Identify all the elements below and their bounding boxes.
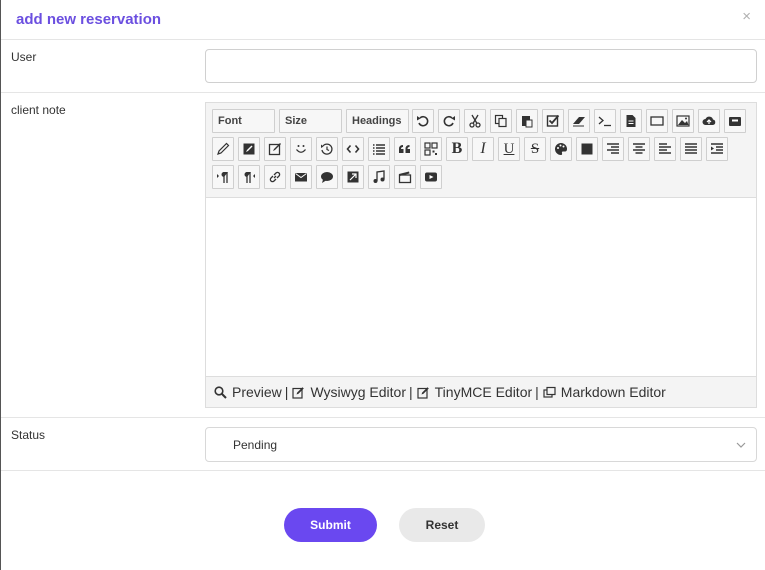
search-icon: [214, 385, 227, 399]
mode-separator: |: [409, 384, 413, 400]
paste-icon[interactable]: [516, 109, 538, 133]
editor-mode-bar: Preview | Wysiwyg Editor | TinyMCE Edito…: [214, 384, 666, 400]
checkbox-icon[interactable]: [542, 109, 564, 133]
frame-icon[interactable]: [646, 109, 668, 133]
underline-button[interactable]: U: [498, 137, 520, 161]
user-label: User: [11, 50, 37, 64]
cut-icon[interactable]: [464, 109, 486, 133]
mode-separator: |: [535, 384, 539, 400]
strikethrough-button[interactable]: S: [524, 137, 546, 161]
status-select[interactable]: Pending: [205, 427, 757, 462]
windows-icon: [543, 386, 556, 398]
eraser-icon[interactable]: [568, 109, 590, 133]
align-justify-icon[interactable]: [680, 137, 702, 161]
edit-icon: [292, 386, 305, 399]
client-note-textarea[interactable]: [206, 197, 756, 377]
edit-icon: [417, 386, 429, 399]
preview-label: Preview: [232, 384, 282, 400]
external-image-icon[interactable]: [342, 165, 364, 189]
modal-header: add new reservation ×: [1, 0, 765, 40]
list-icon[interactable]: [368, 137, 390, 161]
status-label: Status: [11, 428, 46, 442]
tinymce-editor-label: TinyMCE Editor: [434, 384, 533, 400]
archive-icon[interactable]: [724, 109, 746, 133]
pen-icon[interactable]: [212, 137, 234, 161]
align-left-icon[interactable]: [654, 137, 676, 161]
indent-icon[interactable]: [706, 137, 728, 161]
smiley-icon[interactable]: [290, 137, 312, 161]
undo-icon[interactable]: [412, 109, 434, 133]
redo-icon[interactable]: [438, 109, 460, 133]
edit-square-icon[interactable]: [264, 137, 286, 161]
markdown-editor-link[interactable]: Markdown Editor: [543, 384, 666, 400]
wysiwyg-editor-label: Wysiwyg Editor: [310, 384, 406, 400]
font-dropdown[interactable]: Font: [212, 109, 275, 133]
palette-icon[interactable]: [550, 137, 572, 161]
link-icon[interactable]: [264, 165, 286, 189]
comment-icon[interactable]: [316, 165, 338, 189]
rtl-paragraph-icon[interactable]: [238, 165, 260, 189]
edit-box-icon[interactable]: [238, 137, 260, 161]
headings-dropdown[interactable]: Headings: [346, 109, 409, 133]
reservation-modal: add new reservation × User client note F…: [0, 0, 765, 570]
cloud-upload-icon[interactable]: [698, 109, 720, 133]
user-row: User: [1, 40, 765, 93]
document-icon[interactable]: [620, 109, 642, 133]
reset-button[interactable]: Reset: [399, 508, 485, 542]
terminal-icon[interactable]: [594, 109, 616, 133]
copy-icon[interactable]: [490, 109, 512, 133]
quote-icon[interactable]: [394, 137, 416, 161]
user-input[interactable]: [205, 49, 757, 83]
image-icon[interactable]: [672, 109, 694, 133]
bold-button[interactable]: B: [446, 137, 468, 161]
qrcode-icon[interactable]: [420, 137, 442, 161]
square-fill-icon[interactable]: [576, 137, 598, 161]
code-icon[interactable]: [342, 137, 364, 161]
align-center-icon[interactable]: [628, 137, 650, 161]
tinymce-editor-link[interactable]: TinyMCE Editor: [417, 384, 533, 400]
music-icon[interactable]: [368, 165, 390, 189]
rich-text-editor: Font Size Headings B I U S Preview | Wys…: [205, 102, 757, 408]
ltr-paragraph-icon[interactable]: [212, 165, 234, 189]
close-icon[interactable]: ×: [742, 8, 751, 25]
status-selected-value: Pending: [233, 438, 278, 452]
mode-separator: |: [284, 384, 289, 400]
markdown-editor-label: Markdown Editor: [560, 384, 666, 400]
align-right-icon[interactable]: [602, 137, 624, 161]
client-note-label: client note: [11, 103, 66, 117]
italic-button[interactable]: I: [472, 137, 494, 161]
chevron-down-icon: [736, 442, 746, 448]
wysiwyg-editor-link[interactable]: Wysiwyg Editor: [292, 384, 406, 400]
history-icon[interactable]: [316, 137, 338, 161]
video-clapper-icon[interactable]: [394, 165, 416, 189]
youtube-icon[interactable]: [420, 165, 442, 189]
preview-link[interactable]: Preview: [214, 384, 282, 400]
size-dropdown[interactable]: Size: [279, 109, 342, 133]
modal-title: add new reservation: [16, 11, 162, 28]
envelope-icon[interactable]: [290, 165, 312, 189]
submit-button[interactable]: Submit: [284, 508, 377, 542]
